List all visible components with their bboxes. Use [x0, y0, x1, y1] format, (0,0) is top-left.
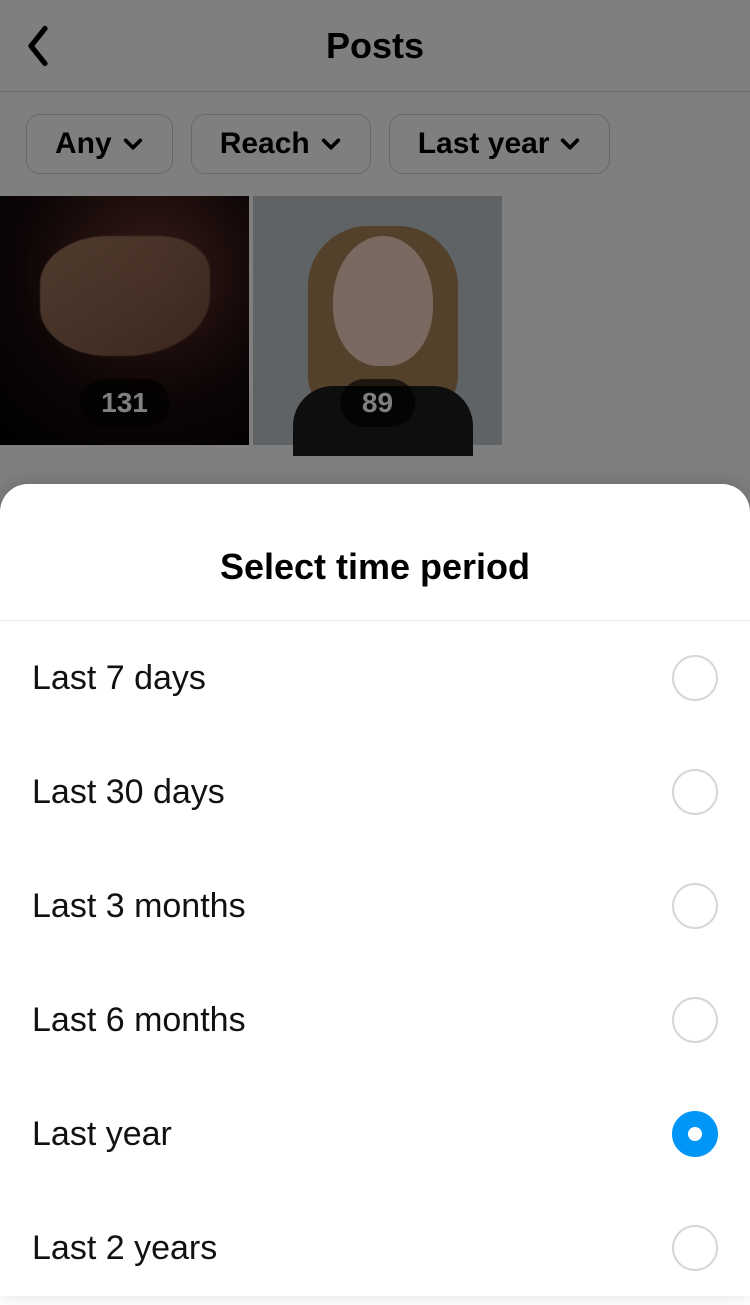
option-label: Last 6 months [32, 1001, 246, 1040]
radio-indicator[interactable] [672, 1111, 718, 1157]
time-period-sheet: Select time period Last 7 days Last 30 da… [0, 484, 750, 1296]
option-label: Last 2 years [32, 1229, 217, 1268]
option-label: Last 7 days [32, 659, 206, 698]
radio-indicator[interactable] [672, 769, 718, 815]
time-period-option[interactable]: Last year [0, 1077, 750, 1191]
radio-indicator[interactable] [672, 997, 718, 1043]
option-label: Last 30 days [32, 773, 225, 812]
radio-indicator[interactable] [672, 1225, 718, 1271]
time-period-option[interactable]: Last 2 years [0, 1191, 750, 1305]
radio-indicator[interactable] [672, 655, 718, 701]
time-period-option[interactable]: Last 3 months [0, 849, 750, 963]
option-label: Last 3 months [32, 887, 246, 926]
radio-indicator[interactable] [672, 883, 718, 929]
option-label: Last year [32, 1115, 172, 1154]
time-period-options: Last 7 days Last 30 days Last 3 months Last… [0, 621, 750, 1305]
sheet-title: Select time period [0, 546, 750, 588]
time-period-option[interactable]: Last 6 months [0, 963, 750, 1077]
time-period-option[interactable]: Last 7 days [0, 621, 750, 735]
time-period-option[interactable]: Last 30 days [0, 735, 750, 849]
